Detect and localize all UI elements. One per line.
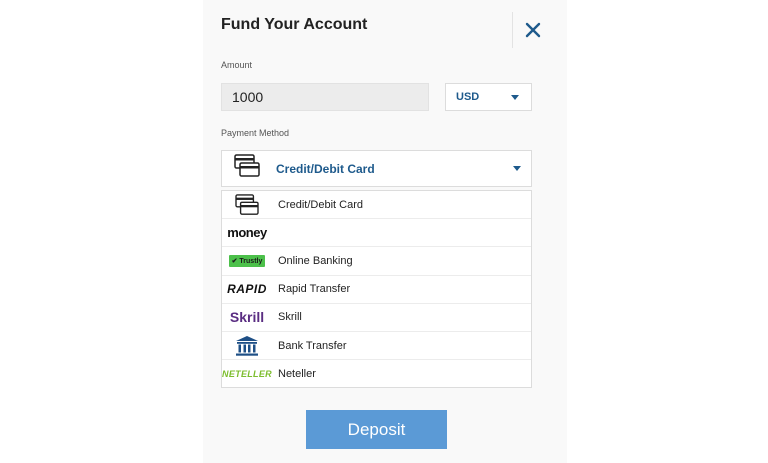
chevron-down-icon (511, 94, 519, 100)
neteller-logo: NETELLER (222, 369, 272, 380)
option-rapid-transfer[interactable]: RAPID Rapid Transfer (222, 276, 531, 304)
deposit-button[interactable]: Deposit (306, 410, 447, 449)
option-online-banking[interactable]: ✔ Trustly Online Banking (222, 247, 531, 276)
option-neteller[interactable]: NETELLER Neteller (222, 360, 531, 388)
close-icon (525, 22, 541, 38)
option-label: Credit/Debit Card (278, 198, 363, 211)
amount-label: Amount (221, 60, 253, 70)
payment-method-value: Credit/Debit Card (276, 161, 375, 176)
credit-card-icon (222, 193, 272, 216)
bank-icon (222, 335, 272, 357)
option-label: Neteller (278, 368, 316, 381)
currency-select[interactable]: USD (445, 83, 532, 111)
option-bank-transfer[interactable]: Bank Transfer (222, 332, 531, 361)
option-label: Online Banking (278, 254, 353, 267)
option-label: Rapid Transfer (278, 283, 351, 296)
payment-method-dropdown: Credit/Debit Card money ✔ Trustly Online… (221, 190, 532, 388)
dialog-title: Fund Your Account (221, 16, 368, 33)
credit-card-icon (234, 154, 260, 183)
amount-input[interactable] (221, 83, 429, 111)
option-skrill[interactable]: Skrill Skrill (222, 304, 531, 332)
chevron-down-icon (513, 166, 521, 171)
rapid-logo: RAPID (227, 282, 267, 297)
currency-value: USD (456, 91, 480, 103)
money-logo: money (227, 225, 267, 241)
option-label: Bank Transfer (278, 339, 347, 352)
option-money[interactable]: money (222, 219, 531, 248)
skrill-logo: Skrill (229, 309, 265, 326)
close-button[interactable] (512, 12, 553, 48)
option-label: Skrill (278, 311, 302, 324)
payment-method-label: Payment Method (221, 128, 290, 138)
payment-method-select[interactable]: Credit/Debit Card (221, 150, 532, 187)
option-credit-debit-card[interactable]: Credit/Debit Card (222, 191, 531, 220)
trustly-logo: ✔ Trustly (222, 254, 272, 267)
